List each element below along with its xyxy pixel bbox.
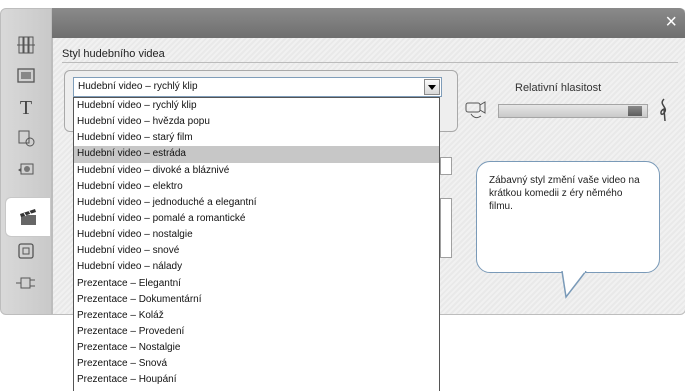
dropdown-option[interactable]: Hudební video – jednoduché a elegantní — [74, 195, 439, 211]
dropdown-option[interactable]: Hudební video – starý film — [74, 130, 439, 146]
dropdown-option[interactable]: Prezentace – Elegantní — [74, 276, 439, 292]
music-note-icon — [656, 97, 672, 126]
volume-slider[interactable] — [498, 104, 648, 118]
bubble-tail — [561, 271, 587, 299]
dropdown-option[interactable]: Hudební video – estráda — [74, 146, 439, 163]
description-bubble: Zábavný styl změní vaše video na krátkou… — [476, 161, 660, 273]
screen-icon[interactable] — [13, 64, 39, 88]
tool-sidebar: T — [0, 8, 52, 315]
clapper-icon[interactable] — [5, 197, 50, 237]
style-dropdown-list: Hudební video – rychlý klip Hudební video… — [73, 97, 440, 391]
dropdown-option[interactable]: Prezentace – Snová — [74, 356, 439, 372]
dropdown-option[interactable]: Prezentace – Nostalgie — [74, 340, 439, 356]
disc-icon[interactable] — [13, 126, 39, 150]
dropdown-option[interactable]: Hudební video – hvězda popu — [74, 114, 439, 130]
dropdown-option[interactable]: Prezentace – Houpání — [74, 372, 439, 388]
volume-slider-thumb[interactable] — [628, 106, 642, 116]
description-text: Zábavný styl změní vaše video na krátkou… — [489, 175, 640, 212]
tracks-icon[interactable] — [13, 33, 39, 57]
frame-icon[interactable] — [13, 239, 39, 263]
panel-titlebar: × — [52, 8, 685, 38]
section-title: Styl hudebního videa — [62, 48, 165, 60]
dropdown-option[interactable]: Prezentace – Provedení — [74, 324, 439, 340]
style-select[interactable]: Hudební video – rychlý klip — [73, 77, 442, 97]
dropdown-option[interactable]: Hudební video – snové — [74, 243, 439, 259]
dropdown-option[interactable]: Hudební video – divoké a bláznivé — [74, 163, 439, 179]
dropdown-option[interactable]: Hudební video – elektro — [74, 179, 439, 195]
chevron-down-icon[interactable] — [424, 79, 440, 95]
divider — [62, 62, 678, 63]
plug-icon[interactable] — [13, 271, 39, 295]
camera-icon[interactable] — [13, 157, 39, 181]
speaker-hand-icon — [463, 100, 491, 127]
title-icon[interactable]: T — [13, 96, 39, 120]
dropdown-option[interactable]: Hudební video – nálady — [74, 259, 439, 275]
dropdown-option[interactable]: Hudební video – pomalé a romantické — [74, 211, 439, 227]
style-select-value: Hudební video – rychlý klip — [78, 81, 198, 92]
close-icon[interactable]: × — [665, 12, 677, 32]
dropdown-option[interactable]: Prezentace – Koláž — [74, 308, 439, 324]
dropdown-option[interactable]: Hudební video – nostalgie — [74, 227, 439, 243]
volume-label: Relativní hlasitost — [515, 82, 602, 94]
hidden-scroll-list — [440, 198, 452, 258]
dropdown-option[interactable]: Hudební video – rychlý klip — [74, 98, 439, 114]
hidden-text-field — [440, 157, 452, 175]
dropdown-option[interactable]: Prezentace – Dokumentární — [74, 292, 439, 308]
